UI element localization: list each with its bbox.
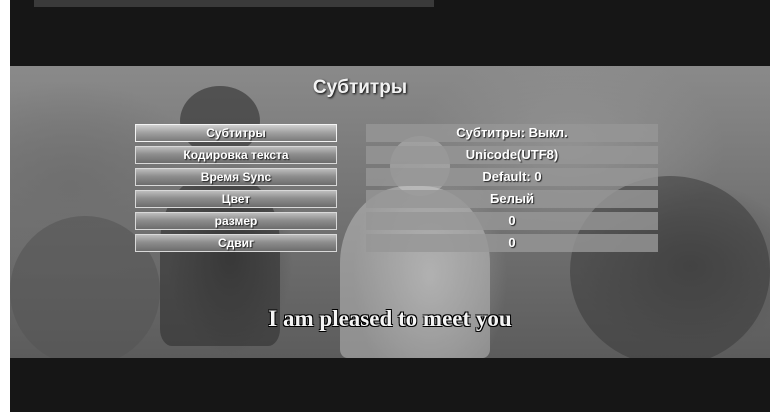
letterbox-bottom (10, 358, 770, 412)
menu-item-encoding[interactable]: Кодировка текста (135, 146, 337, 164)
osd-title: Субтитры (312, 77, 408, 98)
menu-item-color[interactable]: Цвет (135, 190, 337, 208)
menu-item-sync[interactable]: Время Sync (135, 168, 337, 186)
menu-item-offset[interactable]: Сдвиг (135, 234, 337, 252)
video-screen: Субтитры Субтитры Кодировка текста Время… (0, 0, 770, 412)
value-offset[interactable]: 0 (366, 234, 658, 252)
value-subtitles[interactable]: Субтитры: Выкл. (366, 124, 658, 142)
subtitle-values: Субтитры: Выкл. Unicode(UTF8) Default: 0… (366, 124, 658, 256)
value-color[interactable]: Белый (366, 190, 658, 208)
menu-item-size[interactable]: размер (135, 212, 337, 230)
subtitle-menu: Субтитры Кодировка текста Время Sync Цве… (135, 124, 337, 256)
menu-item-subtitles[interactable]: Субтитры (135, 124, 337, 142)
letterbox-top (10, 0, 770, 66)
value-encoding[interactable]: Unicode(UTF8) (366, 146, 658, 164)
subtitle-caption: I am pleased to meet you (268, 306, 512, 331)
top-artifact (34, 0, 434, 7)
value-sync[interactable]: Default: 0 (366, 168, 658, 186)
value-size[interactable]: 0 (366, 212, 658, 230)
